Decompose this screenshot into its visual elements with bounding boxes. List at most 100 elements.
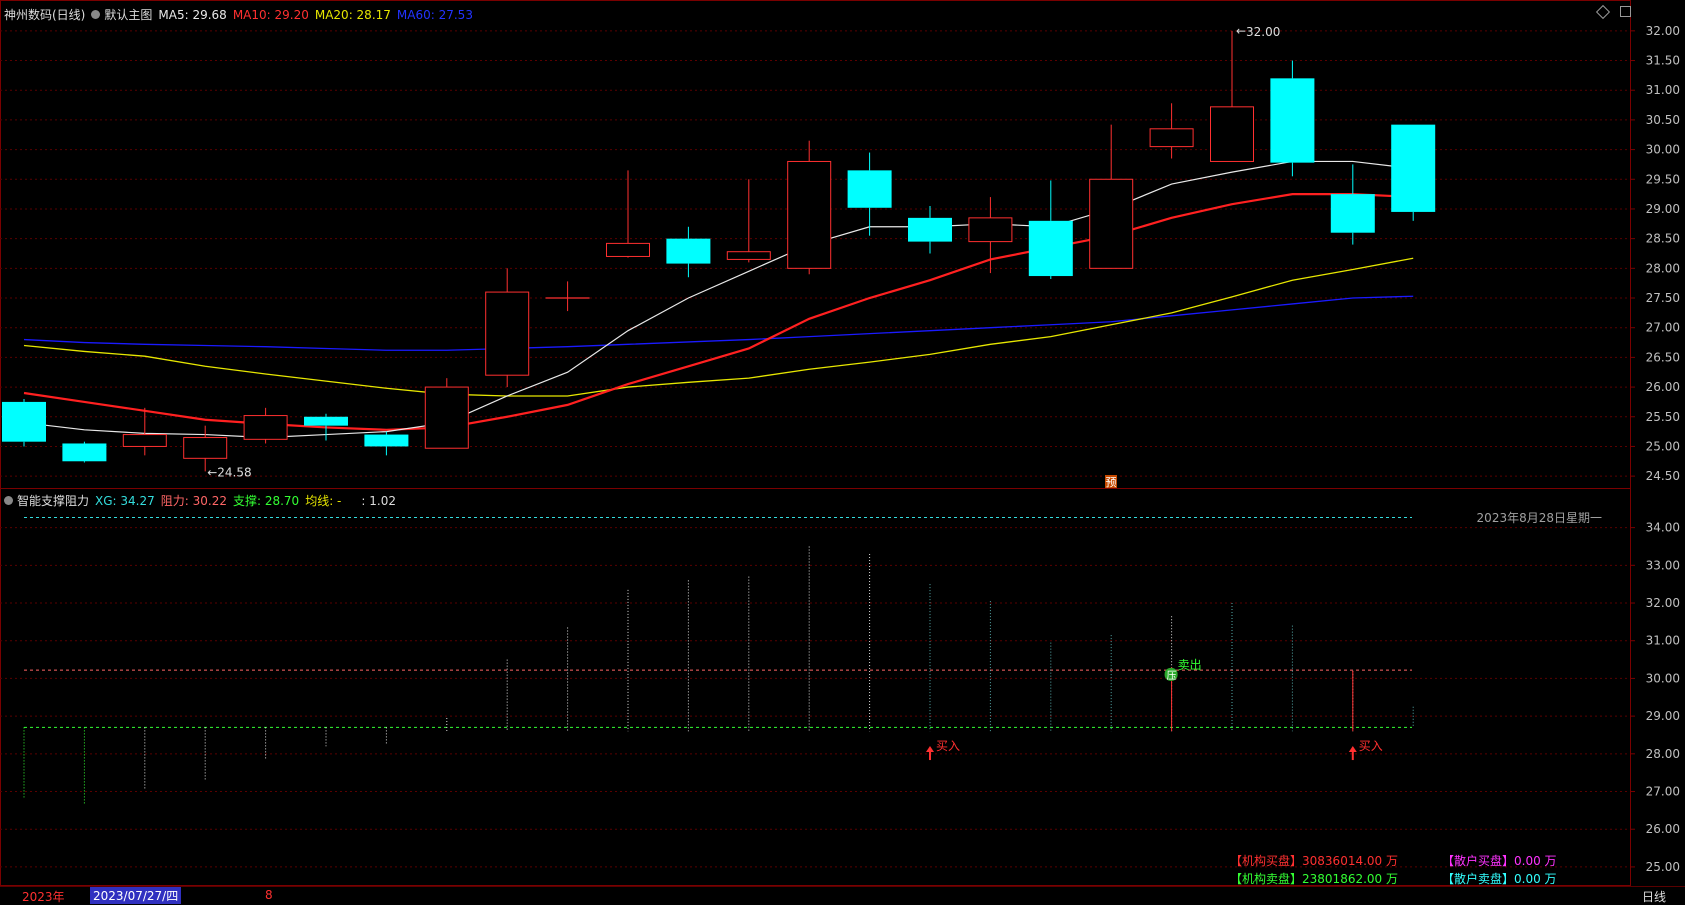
retail-buy: 【散户买盘】0.00 万 [1442, 852, 1557, 869]
inst-sell-label: 【机构卖盘】 [1230, 872, 1303, 886]
candle-body[interactable] [364, 434, 409, 447]
candle-body[interactable] [847, 170, 892, 208]
inst-sell-value: 23801862.00 万 [1302, 872, 1398, 886]
date-label: 2023年8月28日星期一 [1477, 511, 1602, 525]
inst-buy-value: 30836014.00 万 [1302, 854, 1398, 868]
indicator-panel-frame [0, 488, 1631, 886]
high-label: 32.00 [1246, 25, 1280, 39]
high-arrow: ← [1236, 24, 1246, 38]
low-label: ←24.58 [207, 465, 251, 479]
y-tick-label: 30.00 [1646, 143, 1680, 157]
candle-body[interactable] [122, 434, 167, 447]
indicator-name[interactable]: 智能支撑阻力 [17, 492, 89, 509]
stock-title[interactable]: 神州数码(日线) [4, 6, 85, 23]
retail-sell: 【散户卖盘】0.00 万 [1442, 870, 1557, 887]
avg-value: 均线: - [305, 494, 342, 508]
buy-signal: 买入 [1359, 739, 1383, 753]
main-chart-header: 神州数码(日线) 默认主图 MA5: 29.68 MA10: 29.20 MA2… [4, 6, 479, 23]
y-tick-label: 30.00 [1646, 671, 1680, 685]
inst-buy: 【机构买盘】30836014.00 万 [1230, 852, 1398, 869]
cursor-date: 2023/07/27/四 [90, 887, 182, 904]
candle-body[interactable] [1089, 178, 1134, 269]
candle-body[interactable] [183, 437, 228, 459]
sell-signal: 卖出 [1178, 658, 1202, 672]
y-tick-label: 31.50 [1646, 54, 1680, 68]
ma20-line [23, 257, 1414, 397]
retail-sell-value: 0.00 万 [1514, 872, 1557, 886]
candle-body[interactable] [666, 238, 711, 264]
circle-toggle-icon[interactable] [91, 10, 101, 19]
candle-body[interactable] [1149, 128, 1194, 148]
ma60-value: MA60: 27.53 [396, 7, 473, 22]
buy-arrow-head [1348, 746, 1357, 753]
y-tick-label: 25.50 [1646, 410, 1680, 424]
ma10-value: MA10: 29.20 [232, 7, 309, 22]
buy-arrow-head [926, 746, 934, 753]
support-value: 支撑: 28.70 [232, 494, 300, 508]
chart-window[interactable]: 32.00 31.50 31.00 30.50 30.00 29.50 29.00 28.50… [0, 0, 1685, 905]
window-controls [1595, 4, 1631, 20]
time-axis: 2023年 2023/07/27/四 8 日线 [0, 886, 1685, 905]
y-tick-label: 33.00 [1646, 558, 1680, 572]
y-tick-label: 32.00 [1646, 596, 1680, 610]
y-tick-label: 28.00 [1646, 261, 1680, 275]
candle-body[interactable] [2, 401, 46, 442]
y-tick-label: 26.00 [1646, 822, 1680, 836]
ma20-value: MA20: 28.17 [314, 7, 391, 22]
year-label: 2023年 [22, 890, 65, 904]
template-name[interactable]: 默认主图 [104, 6, 152, 23]
kline-chart[interactable]: 32.00 31.50 31.00 30.50 30.00 29.50 29.00 28.50… [0, 0, 1685, 902]
candle-body[interactable] [485, 291, 530, 376]
resist-badge-text: 压 [1167, 670, 1177, 682]
inst-sell: 【机构卖盘】23801862.00 万 [1230, 870, 1398, 887]
y-tick-label: 26.00 [1646, 380, 1680, 394]
y-tick-label: 28.00 [1646, 747, 1680, 761]
y-tick-label: 34.00 [1646, 521, 1680, 535]
retail-sell-label: 【散户卖盘】 [1442, 872, 1515, 886]
extra-value: : 1.02 [361, 493, 396, 508]
y-tick-label: 25.00 [1646, 860, 1680, 874]
candle-body[interactable] [968, 217, 1013, 243]
candle-body[interactable] [1270, 78, 1315, 163]
forecast-marker: 预 [1106, 476, 1117, 489]
period-button[interactable]: 日线 [1642, 888, 1666, 905]
y-tick-label: 25.00 [1646, 439, 1680, 453]
y-tick-label: 27.00 [1646, 321, 1680, 335]
diamond-icon[interactable] [1595, 4, 1611, 20]
candle-body[interactable] [1210, 106, 1254, 162]
candle-body[interactable] [606, 242, 650, 257]
candle-body[interactable] [424, 386, 469, 449]
candle-body[interactable] [304, 416, 348, 426]
candle-body[interactable] [1330, 194, 1375, 233]
candle-body[interactable] [243, 415, 288, 440]
y-tick-label: 24.50 [1646, 469, 1680, 483]
y-tick-label: 28.50 [1646, 232, 1680, 246]
retail-buy-label: 【散户买盘】 [1442, 854, 1515, 868]
y-tick-label: 26.50 [1646, 350, 1680, 364]
candle-body[interactable] [1391, 124, 1436, 212]
month-label: 8 [265, 888, 273, 902]
ma5-value: MA5: 29.68 [158, 7, 227, 22]
candle-body[interactable] [726, 251, 771, 260]
y-tick-label: 29.50 [1646, 172, 1680, 186]
y-tick-label: 30.50 [1646, 113, 1680, 127]
y-tick-label: 31.00 [1646, 83, 1680, 97]
candle-body[interactable] [1028, 220, 1073, 277]
y-tick-label: 27.00 [1646, 785, 1680, 799]
candle-body[interactable] [908, 217, 952, 242]
ma5-line [23, 160, 1414, 439]
circle-toggle-icon[interactable] [4, 496, 13, 505]
y-tick-label: 29.00 [1646, 709, 1680, 723]
resist-value: 阻力: 30.22 [160, 494, 227, 508]
retail-buy-value: 0.00 万 [1514, 854, 1557, 868]
y-tick-label: 32.00 [1646, 24, 1680, 38]
y-tick-label: 29.00 [1646, 202, 1680, 216]
buy-signal: 买入 [936, 739, 960, 753]
y-tick-label: 27.50 [1646, 291, 1680, 305]
candle-body[interactable] [62, 443, 107, 462]
candle-body[interactable] [787, 160, 832, 269]
xg-value: XG: 34.27 [95, 493, 155, 508]
y-tick-label: 31.00 [1646, 634, 1680, 648]
restore-icon[interactable] [1619, 6, 1631, 17]
inst-buy-label: 【机构买盘】 [1230, 854, 1303, 868]
